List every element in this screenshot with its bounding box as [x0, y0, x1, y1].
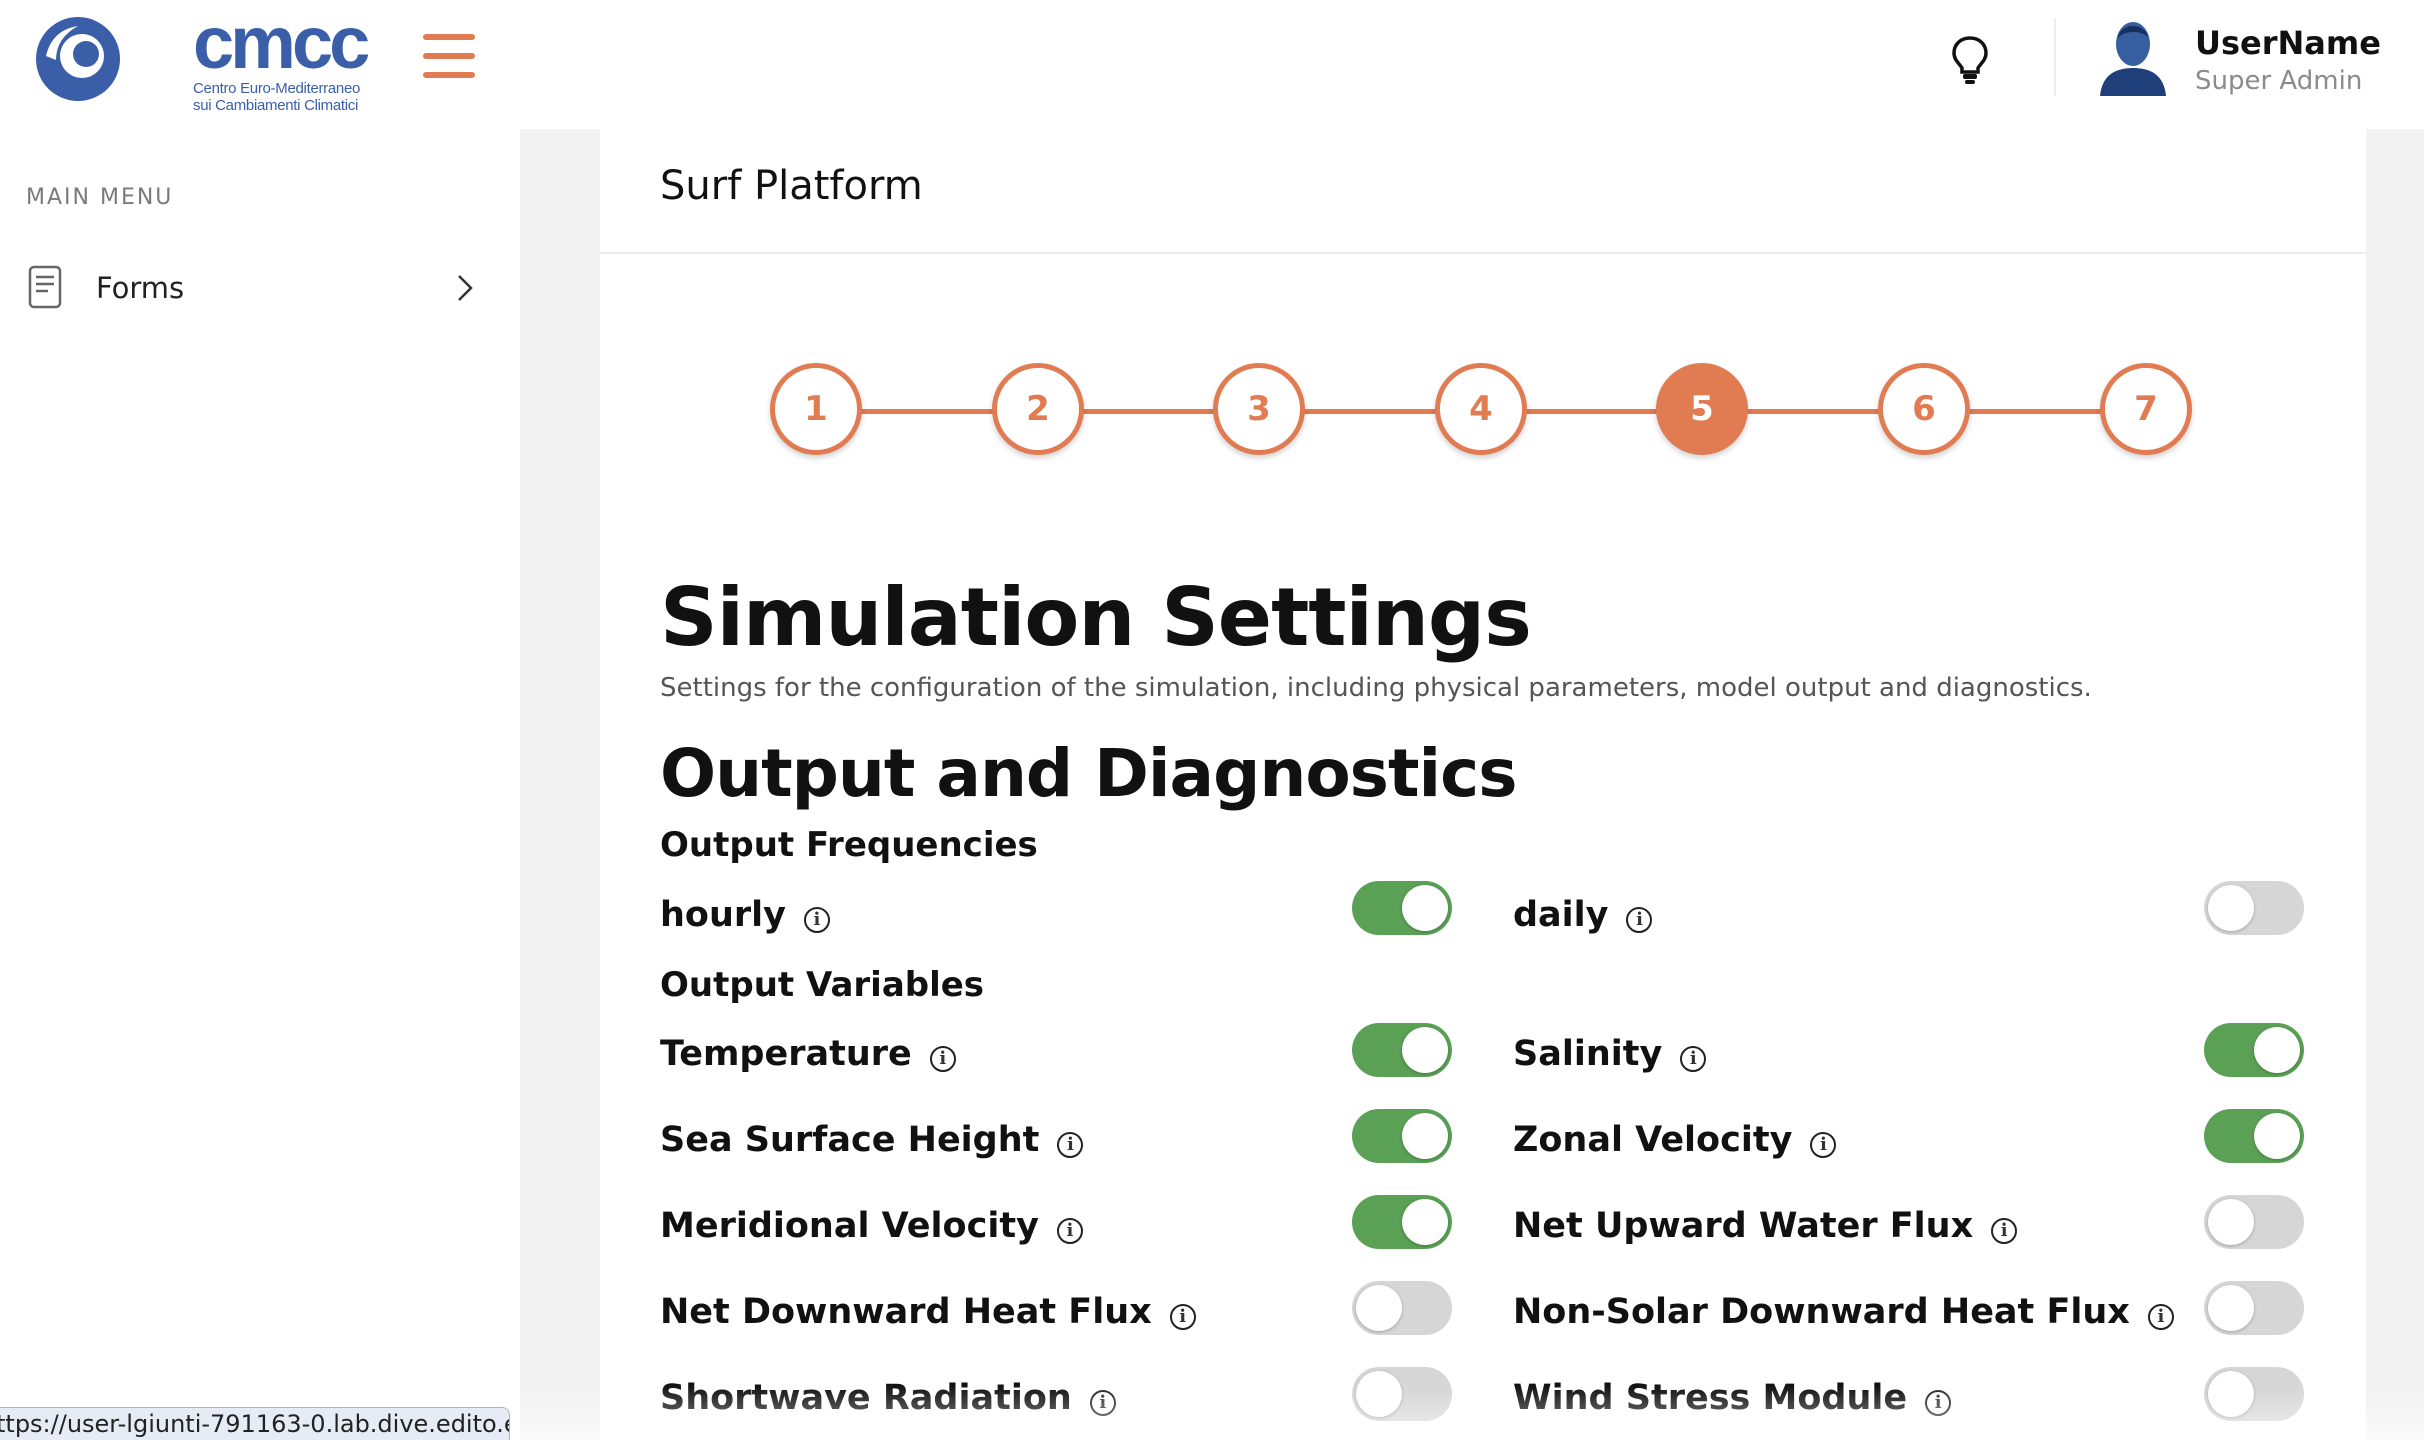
info-icon[interactable]: i — [929, 1046, 956, 1072]
info-icon[interactable]: i — [1925, 1390, 1952, 1416]
main-card: Surf Platform 1 2 3 4 5 6 7 Simulation S… — [600, 129, 2366, 1440]
info-icon[interactable]: i — [1169, 1304, 1196, 1330]
user-name: UserName — [2195, 24, 2381, 62]
hamburger-menu-icon[interactable] — [423, 34, 475, 78]
step-7[interactable]: 7 — [2100, 363, 2192, 455]
option-label: Non-Solar Downward Heat Flux — [1513, 1292, 2130, 1332]
toggle-salinity[interactable] — [2204, 1023, 2304, 1077]
brand-tagline-1: Centro Euro-Mediterraneo — [193, 80, 361, 97]
toggle-shortwave-radiation[interactable] — [1352, 1367, 1452, 1421]
option-label: Temperature — [660, 1034, 912, 1074]
section-title: Output and Diagnostics — [660, 735, 1518, 812]
option-label: Wind Stress Module — [1513, 1378, 1908, 1418]
cmcc-logo-icon[interactable] — [32, 16, 124, 102]
info-icon[interactable]: i — [1626, 907, 1653, 933]
form-heading: Simulation Settings — [660, 571, 1532, 664]
toggle-temperature[interactable] — [1352, 1023, 1452, 1077]
option-zonal-velocity: Zonal Velocity i — [1513, 1120, 1837, 1160]
info-icon[interactable]: i — [803, 907, 830, 933]
form-description: Settings for the configuration of the si… — [660, 673, 2092, 703]
output-frequencies-title: Output Frequencies — [660, 825, 1038, 865]
sidebar-item-forms[interactable]: Forms — [0, 255, 520, 321]
info-icon[interactable]: i — [1810, 1132, 1837, 1158]
option-label: Shortwave Radiation — [660, 1378, 1072, 1418]
toggle-zonal-velocity[interactable] — [2204, 1109, 2304, 1163]
option-label: Net Downward Heat Flux — [660, 1292, 1152, 1332]
option-label: hourly — [660, 895, 786, 935]
info-icon[interactable]: i — [2147, 1304, 2174, 1330]
sidebar-title: MAIN MENU — [26, 185, 174, 210]
top-bar: cmcc Centro Euro-Mediterraneo sui Cambia… — [0, 0, 2424, 129]
brand-tagline-2: sui Cambiamenti Climatici — [193, 97, 359, 114]
brand-name: cmcc — [193, 1, 370, 84]
header-divider — [2054, 18, 2056, 96]
option-wind-stress-module: Wind Stress Module i — [1513, 1378, 1952, 1418]
toggle-hourly[interactable] — [1352, 881, 1452, 935]
option-non-solar-downward-heat-flux: Non-Solar Downward Heat Flux i — [1513, 1292, 2174, 1332]
option-label: Zonal Velocity — [1513, 1120, 1793, 1160]
toggle-sea-surface-height[interactable] — [1352, 1109, 1452, 1163]
option-shortwave-radiation: Shortwave Radiation i — [660, 1378, 1116, 1418]
option-label: Meridional Velocity — [660, 1206, 1039, 1246]
option-label: Sea Surface Height — [660, 1120, 1040, 1160]
option-hourly: hourly i — [660, 895, 830, 935]
toggle-meridional-velocity[interactable] — [1352, 1195, 1452, 1249]
sidebar-item-label: Forms — [96, 271, 185, 305]
option-meridional-velocity: Meridional Velocity i — [660, 1206, 1083, 1246]
user-avatar[interactable] — [2098, 16, 2168, 96]
info-icon[interactable]: i — [1680, 1046, 1707, 1072]
lightbulb-icon[interactable] — [1950, 34, 1990, 86]
sidebar: MAIN MENU Forms — [0, 129, 520, 1440]
step-1[interactable]: 1 — [770, 363, 862, 455]
option-label: Salinity — [1513, 1034, 1663, 1074]
toggle-daily[interactable] — [2204, 881, 2304, 935]
toggle-non-solar-downward-heat-flux[interactable] — [2204, 1281, 2304, 1335]
step-2[interactable]: 2 — [992, 363, 1084, 455]
step-6[interactable]: 6 — [1878, 363, 1970, 455]
step-5-active[interactable]: 5 — [1656, 363, 1748, 455]
brand-logo[interactable]: cmcc Centro Euro-Mediterraneo sui Cambia… — [193, 1, 405, 115]
user-role: Super Admin — [2195, 66, 2363, 96]
card-header: Surf Platform — [600, 129, 2366, 254]
page-title: Surf Platform — [660, 163, 923, 209]
option-label: daily — [1513, 895, 1609, 935]
option-salinity: Salinity i — [1513, 1034, 1707, 1074]
info-icon[interactable]: i — [1056, 1218, 1083, 1244]
info-icon[interactable]: i — [1089, 1390, 1116, 1416]
chevron-right-icon — [458, 275, 473, 301]
step-4[interactable]: 4 — [1435, 363, 1527, 455]
toggle-wind-stress-module[interactable] — [2204, 1367, 2304, 1421]
toggle-net-upward-water-flux[interactable] — [2204, 1195, 2304, 1249]
document-icon — [28, 265, 62, 309]
stepper: 1 2 3 4 5 6 7 — [770, 363, 2200, 463]
info-icon[interactable]: i — [1991, 1218, 2018, 1244]
option-label: Net Upward Water Flux — [1513, 1206, 1974, 1246]
option-net-upward-water-flux: Net Upward Water Flux i — [1513, 1206, 2018, 1246]
option-sea-surface-height: Sea Surface Height i — [660, 1120, 1084, 1160]
toggle-net-downward-heat-flux[interactable] — [1352, 1281, 1452, 1335]
option-net-downward-heat-flux: Net Downward Heat Flux i — [660, 1292, 1196, 1332]
option-temperature: Temperature i — [660, 1034, 956, 1074]
step-3[interactable]: 3 — [1213, 363, 1305, 455]
option-daily: daily i — [1513, 895, 1653, 935]
output-variables-title: Output Variables — [660, 965, 985, 1005]
status-bar-url: ttps://user-lgiunti-791163-0.lab.dive.ed… — [0, 1407, 510, 1440]
info-icon[interactable]: i — [1057, 1132, 1084, 1158]
